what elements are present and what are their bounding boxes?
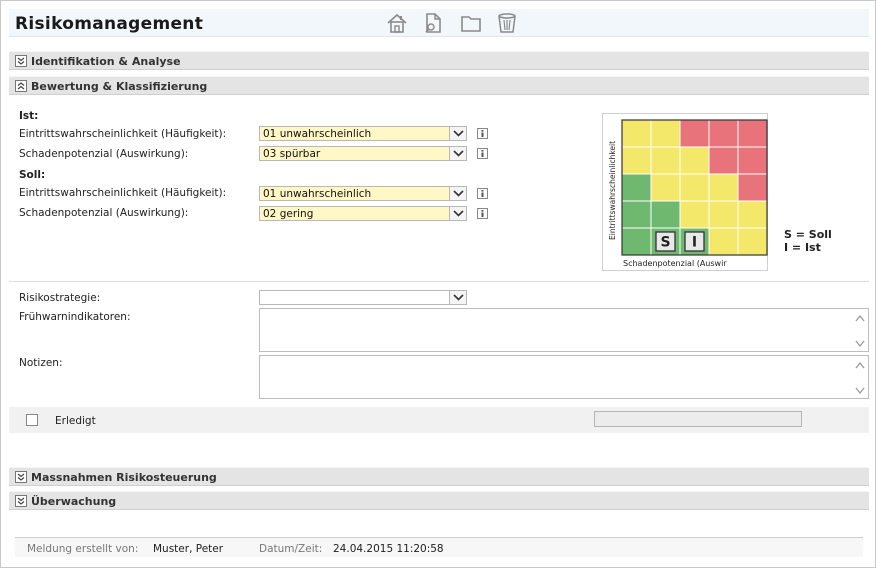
matrix-cell — [679, 146, 710, 175]
matrix-cell — [621, 227, 652, 256]
footer: Meldung erstellt von: Muster, Peter Datu… — [15, 537, 863, 557]
matrix-cell — [621, 146, 652, 175]
soll-heading: Soll: — [19, 169, 46, 181]
select-value: 01 unwahrscheinlich — [263, 128, 372, 140]
page-title: Risikomanagement — [15, 14, 204, 34]
chevron-down-icon — [449, 147, 466, 160]
risk-matrix-grid: S I Eintrittswahrscheinlichkeit Schadenpo… — [608, 119, 768, 268]
chevron-down-icon — [449, 291, 466, 304]
soll-impact-label: Schadenpotenzial (Auswirkung): — [19, 207, 189, 219]
section-label: Massnahmen Risikosteuerung — [31, 471, 217, 484]
legend-soll: S = Soll — [784, 228, 832, 241]
matrix-cell — [737, 173, 768, 202]
select-value: 02 gering — [263, 208, 314, 220]
early-warning-textarea[interactable] — [259, 308, 869, 352]
early-warning-label: Frühwarnindikatoren: — [19, 311, 131, 323]
matrix-cell — [679, 119, 710, 148]
chevron-down-icon — [449, 207, 466, 220]
section-label: Überwachung — [31, 495, 117, 508]
ist-heading: Ist: — [19, 110, 39, 122]
page-header: Risikomanagement — [9, 9, 869, 37]
info-icon[interactable] — [477, 208, 488, 219]
created-by-label: Meldung erstellt von: — [27, 543, 139, 555]
section-identification[interactable]: Identifikation & Analyse — [9, 51, 869, 70]
document-search-icon[interactable] — [421, 11, 445, 35]
done-checkbox[interactable] — [26, 414, 38, 426]
soll-probability-select[interactable]: 01 unwahrscheinlich — [259, 186, 467, 201]
matrix-cell — [621, 200, 652, 229]
info-icon[interactable] — [477, 128, 488, 139]
section-label: Identifikation & Analyse — [31, 55, 181, 68]
matrix-cell — [737, 146, 768, 175]
info-icon[interactable] — [477, 148, 488, 159]
matrix-cell — [650, 146, 681, 175]
ist-impact-select[interactable]: 03 spürbar — [259, 146, 467, 161]
soll-probability-label: Eintrittswahrscheinlichkeit (Häufigkeit)… — [19, 187, 227, 199]
expand-icon — [15, 471, 27, 483]
legend-ist: I = Ist — [784, 241, 821, 254]
created-by-value: Muster, Peter — [153, 543, 224, 555]
soll-marker: S — [660, 235, 670, 251]
chevron-down-icon — [449, 187, 466, 200]
matrix-y-label: Eintrittswahrscheinlichkeit — [608, 141, 617, 240]
risk-management-window: Risikomanagement Identifikation & Analys… — [0, 0, 876, 568]
matrix-cell — [679, 200, 710, 229]
soll-impact-select[interactable]: 02 gering — [259, 206, 467, 221]
matrix-cell — [708, 146, 739, 175]
done-row: Erledigt — [9, 407, 869, 433]
matrix-cell — [650, 200, 681, 229]
section-monitoring[interactable]: Überwachung — [9, 491, 869, 510]
datetime-value: 24.04.2015 11:20:58 — [333, 543, 444, 555]
chevron-down-icon — [449, 127, 466, 140]
scrollbar[interactable] — [852, 309, 868, 351]
notes-textarea[interactable] — [259, 355, 869, 399]
divider — [9, 281, 869, 282]
folder-icon[interactable] — [459, 11, 483, 35]
matrix-cell — [621, 119, 652, 148]
matrix-cell — [708, 227, 739, 256]
matrix-cell — [708, 119, 739, 148]
ist-probability-label: Eintrittswahrscheinlichkeit (Häufigkeit)… — [19, 128, 227, 140]
matrix-cell — [650, 119, 681, 148]
ist-probability-select[interactable]: 01 unwahrscheinlich — [259, 126, 467, 141]
section-assessment[interactable]: Bewertung & Klassifizierung — [9, 76, 869, 95]
done-label: Erledigt — [55, 415, 96, 427]
risk-matrix: S I Eintrittswahrscheinlichkeit Schadenpo… — [602, 113, 768, 271]
matrix-cell — [737, 119, 768, 148]
matrix-cell — [737, 227, 768, 256]
trash-icon[interactable] — [495, 11, 519, 35]
home-icon[interactable] — [385, 11, 409, 35]
select-value: 01 unwahrscheinlich — [263, 188, 372, 200]
matrix-cell — [650, 173, 681, 202]
section-measures[interactable]: Massnahmen Risikosteuerung — [9, 467, 869, 486]
strategy-label: Risikostrategie: — [19, 292, 101, 304]
matrix-cell — [737, 200, 768, 229]
matrix-cell — [679, 173, 710, 202]
ist-impact-label: Schadenpotenzial (Auswirkung): — [19, 148, 189, 160]
select-value: 03 spürbar — [263, 148, 321, 160]
progress-bar — [594, 411, 802, 427]
info-icon[interactable] — [477, 188, 488, 199]
matrix-cell — [621, 173, 652, 202]
datetime-label: Datum/Zeit: — [259, 543, 323, 555]
matrix-cell — [708, 200, 739, 229]
matrix-x-label: Schadenpotenzial (Auswir — [623, 259, 727, 268]
expand-icon — [15, 495, 27, 507]
section-label: Bewertung & Klassifizierung — [31, 80, 208, 93]
strategy-select[interactable] — [259, 290, 467, 305]
ist-marker: I — [692, 235, 697, 251]
expand-icon — [15, 55, 27, 67]
scrollbar[interactable] — [852, 356, 868, 398]
collapse-icon — [15, 80, 27, 92]
notes-label: Notizen: — [19, 357, 63, 369]
matrix-cell — [708, 173, 739, 202]
